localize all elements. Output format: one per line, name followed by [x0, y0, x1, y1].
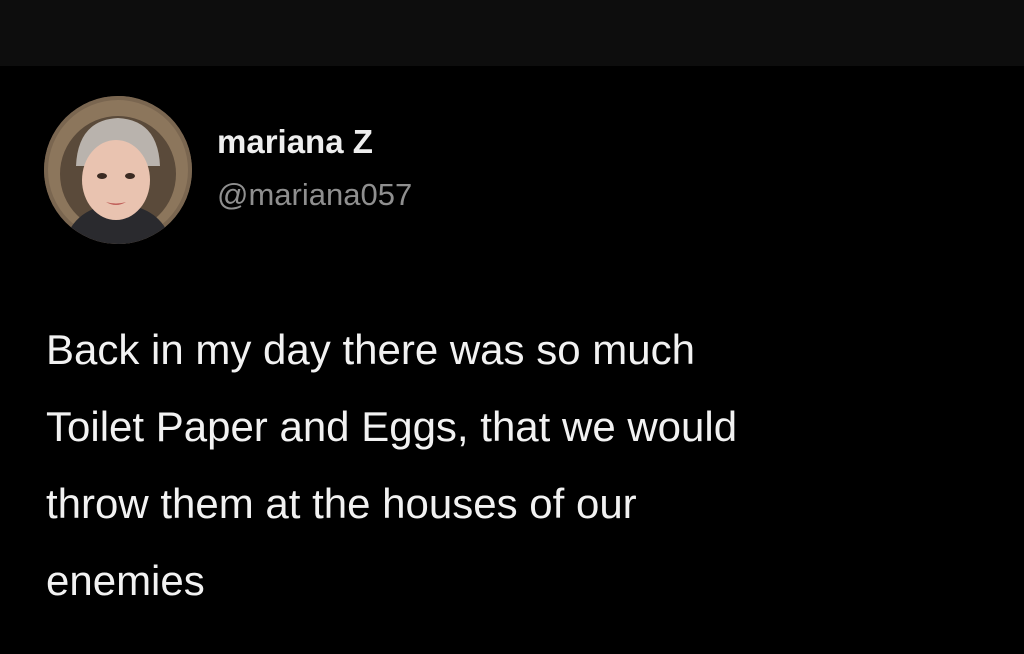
- user-handle[interactable]: @mariana057: [217, 176, 412, 214]
- profile-photo-icon: [44, 96, 192, 244]
- top-bar: [0, 0, 1024, 66]
- tweet-text-line: Toilet Paper and Eggs, that we would: [46, 403, 738, 450]
- tweet-text-line: throw them at the houses of our: [46, 480, 637, 527]
- avatar[interactable]: [44, 96, 192, 244]
- tweet-text-line: enemies: [46, 557, 205, 604]
- tweet-text-line: Back in my day there was so much: [46, 326, 695, 373]
- tweet-text: Back in my day there was so much Toilet …: [46, 311, 1016, 619]
- display-name[interactable]: mariana Z: [217, 122, 373, 162]
